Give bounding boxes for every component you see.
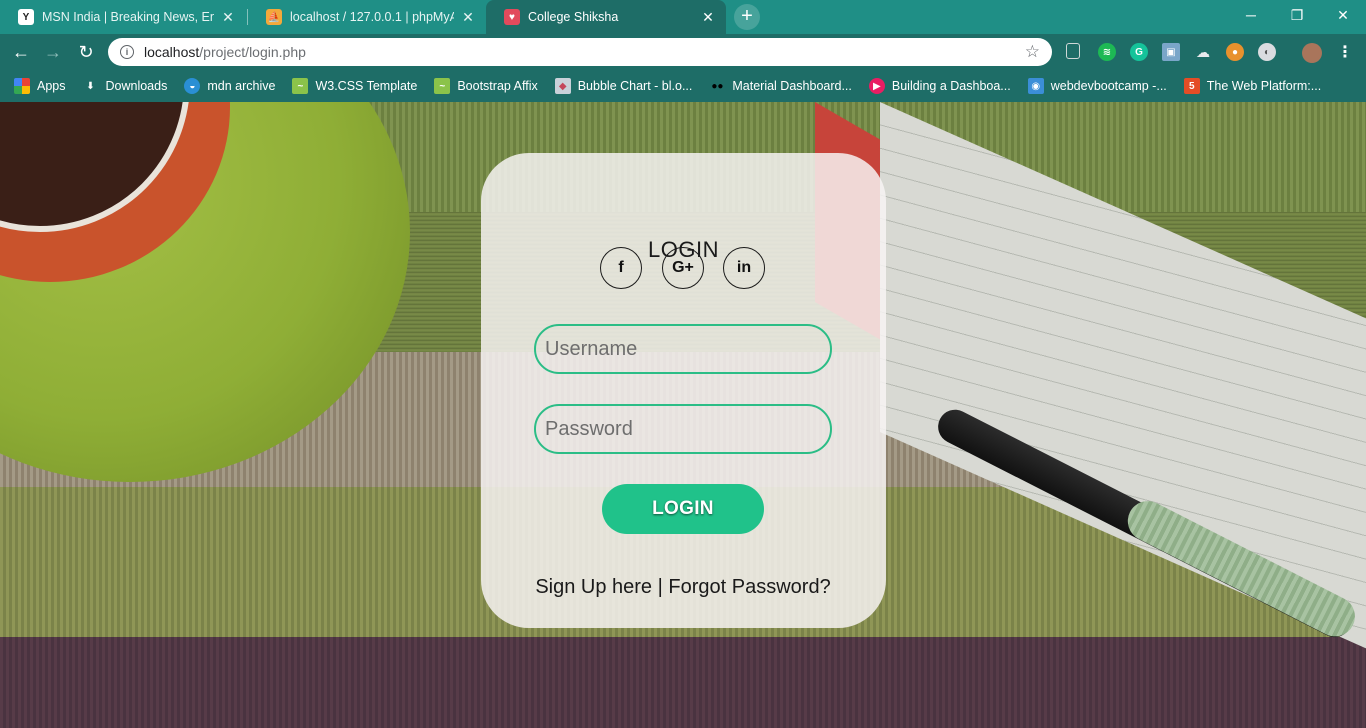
close-icon[interactable]: ✕ bbox=[220, 9, 236, 26]
msn-icon: Y bbox=[18, 9, 34, 25]
close-icon[interactable]: ✕ bbox=[700, 9, 716, 26]
tab-college-shiksha[interactable]: ♥ College Shiksha ✕ bbox=[486, 0, 726, 34]
tab-title: localhost / 127.0.0.1 | phpMyAdm bbox=[290, 10, 454, 24]
eye-icon: ◉ bbox=[1027, 78, 1044, 94]
cookie-icon[interactable]: ● bbox=[1226, 43, 1244, 61]
forgot-password-link[interactable]: Forgot Password? bbox=[668, 576, 830, 598]
linkedin-icon[interactable]: in bbox=[723, 247, 765, 289]
bookmark-label: Building a Dashboa... bbox=[891, 79, 1011, 93]
bookmark-bubble-chart[interactable]: ◆ Bubble Chart - bl.o... bbox=[554, 78, 693, 94]
bookmark-downloads[interactable]: ⬇ Downloads bbox=[83, 78, 168, 94]
back-icon[interactable]: ← bbox=[8, 39, 34, 65]
tab-msn[interactable]: Y MSN India | Breaking News, Ente ✕ bbox=[0, 0, 246, 34]
html5-icon: 5 bbox=[1183, 78, 1200, 94]
apps-grid-icon bbox=[14, 78, 30, 94]
facebook-icon[interactable]: f bbox=[600, 247, 642, 289]
url-path: /project/login.php bbox=[199, 44, 306, 60]
login-button[interactable]: LOGIN bbox=[602, 484, 764, 534]
bookmark-label: Downloads bbox=[105, 79, 168, 93]
college-icon: ♥ bbox=[504, 9, 520, 25]
spotify-icon[interactable]: ≋ bbox=[1098, 43, 1116, 61]
reload-icon[interactable]: ↻ bbox=[73, 39, 99, 65]
tab-title: College Shiksha bbox=[528, 10, 619, 24]
bookmark-material-dashboard[interactable]: ●● Material Dashboard... bbox=[709, 78, 852, 94]
mdn-icon: ◒ bbox=[184, 78, 201, 94]
menu-icon[interactable]: ⋮ bbox=[1336, 43, 1354, 61]
bookmark-label: Bubble Chart - bl.o... bbox=[577, 79, 693, 93]
url-host: localhost bbox=[144, 44, 200, 60]
close-window-icon[interactable]: ✕ bbox=[1320, 0, 1366, 30]
password-input[interactable] bbox=[534, 404, 832, 454]
browser-toolbar: ← → ↻ i localhost/project/login.php ☆ ≋ … bbox=[0, 34, 1366, 70]
bookmark-label: W3.CSS Template bbox=[315, 79, 418, 93]
username-input[interactable] bbox=[534, 324, 832, 374]
bookmark-label: Bootstrap Affix bbox=[457, 79, 538, 93]
bookmark-label: webdevbootcamp -... bbox=[1050, 79, 1167, 93]
restore-icon[interactable]: ❐ bbox=[1274, 0, 1320, 30]
download-icon: ⬇ bbox=[86, 80, 95, 92]
bookmark-star-icon[interactable]: ☆ bbox=[1025, 42, 1040, 62]
mask-icon: ●● bbox=[711, 80, 724, 92]
bookmark-web-platform[interactable]: 5 The Web Platform:... bbox=[1183, 78, 1322, 94]
phpmyadmin-icon: ⛵ bbox=[266, 9, 282, 25]
minimize-icon[interactable]: ─ bbox=[1228, 0, 1274, 30]
login-card: LOGIN bbox=[481, 153, 886, 628]
bookmark-label: The Web Platform:... bbox=[1206, 79, 1322, 93]
signup-link[interactable]: Sign Up here bbox=[535, 576, 652, 598]
w3-icon: ~ bbox=[434, 78, 451, 94]
cube-icon: ◆ bbox=[554, 78, 571, 94]
cloud-icon[interactable]: ☁ bbox=[1194, 43, 1212, 61]
tab-strip: Y MSN India | Breaking News, Ente ✕ ⛵ lo… bbox=[0, 0, 1366, 34]
bookmarks-bar: Apps ⬇ Downloads ◒ mdn archive ~ W3.CSS … bbox=[0, 70, 1366, 102]
tab-phpmyadmin[interactable]: ⛵ localhost / 127.0.0.1 | phpMyAdm ✕ bbox=[248, 0, 486, 34]
bookmark-label: mdn archive bbox=[207, 79, 276, 93]
bookmark-webdevbootcamp[interactable]: ◉ webdevbootcamp -... bbox=[1027, 78, 1167, 94]
bookmark-bootstrap-affix[interactable]: ~ Bootstrap Affix bbox=[434, 78, 538, 94]
page-viewport: LOGIN f G+ in LOGIN Sign Up here | Forgo… bbox=[0, 102, 1366, 728]
grammarly-icon[interactable]: G bbox=[1130, 43, 1148, 61]
bookmark-apps[interactable]: Apps bbox=[14, 78, 66, 94]
tab-title: MSN India | Breaking News, Ente bbox=[42, 10, 214, 24]
compass-icon[interactable]: ◐ bbox=[1258, 43, 1276, 61]
bookmark-mdn-archive[interactable]: ◒ mdn archive bbox=[184, 78, 275, 94]
forward-icon[interactable]: → bbox=[40, 39, 66, 65]
info-icon[interactable]: i bbox=[120, 45, 134, 59]
new-tab-button[interactable]: + bbox=[734, 4, 760, 30]
readability-icon[interactable] bbox=[1066, 43, 1080, 59]
address-bar[interactable]: i localhost/project/login.php ☆ bbox=[108, 38, 1052, 66]
background-weave bbox=[0, 637, 1366, 728]
avatar-icon[interactable] bbox=[1302, 43, 1322, 63]
google-plus-icon[interactable]: G+ bbox=[662, 247, 704, 289]
bookmark-label: Material Dashboard... bbox=[732, 79, 852, 93]
bookmark-label: Apps bbox=[37, 79, 66, 93]
bookmark-w3css-template[interactable]: ~ W3.CSS Template bbox=[292, 78, 417, 94]
bookmark-building-dashboard[interactable]: ▶ Building a Dashboa... bbox=[868, 78, 1011, 94]
link-separator: | bbox=[657, 576, 663, 598]
video-icon: ▶ bbox=[868, 78, 885, 94]
screenshot-icon[interactable]: ▣ bbox=[1162, 43, 1180, 61]
w3-icon: ~ bbox=[292, 78, 309, 94]
login-footer-links: Sign Up here | Forgot Password? bbox=[0, 576, 1366, 599]
close-icon[interactable]: ✕ bbox=[460, 9, 476, 26]
